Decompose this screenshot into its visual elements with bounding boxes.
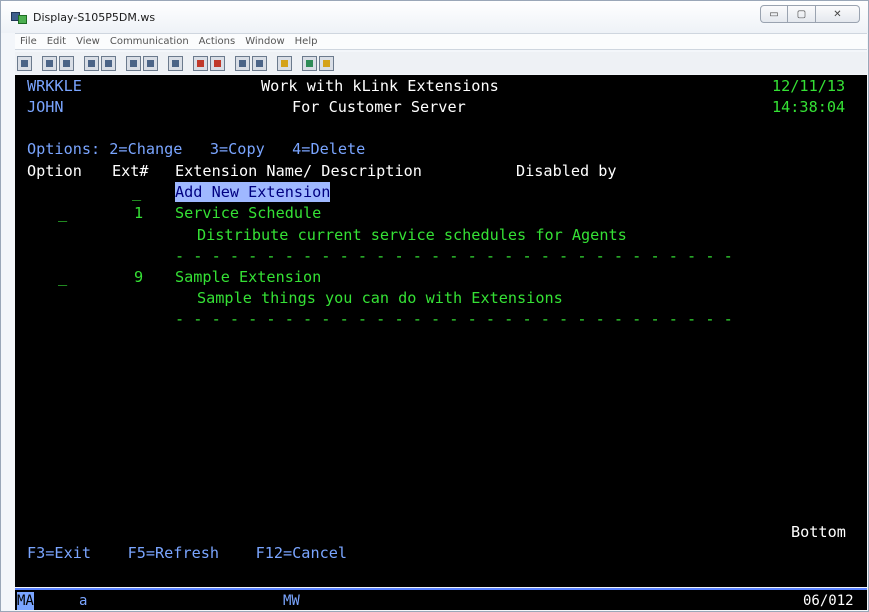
- row-1-name: Service Schedule: [175, 204, 322, 222]
- header-name: Extension Name/ Description: [175, 162, 422, 180]
- status-bar: MA a MW 06/012: [15, 588, 867, 610]
- row-2-name: Sample Extension: [175, 268, 322, 286]
- add-new-extension[interactable]: Add New Extension: [175, 182, 331, 202]
- title-bar: Display-S105P5DM.ws ▭ ▢ ✕: [1, 1, 868, 33]
- screen-time: 14:38:04: [772, 98, 846, 116]
- clipboard-icon[interactable]: [277, 55, 292, 71]
- row-1-separator: - - - - - - - - - - - - - - - - - - - - …: [175, 247, 733, 265]
- print-screen-icon[interactable]: [17, 55, 32, 71]
- screen-date: 12/11/13: [772, 77, 846, 95]
- row-2-description: Sample things you can do with Extensions: [197, 289, 563, 307]
- row-2-ext: 9: [134, 268, 144, 286]
- emulator-window: Display-S105P5DM.ws ▭ ▢ ✕ File Edit View…: [0, 0, 869, 612]
- row-1-ext: 1: [134, 204, 144, 222]
- window-controls: ▭ ▢ ✕: [760, 5, 860, 25]
- macro-stop-icon[interactable]: [210, 55, 225, 71]
- paste-icon[interactable]: [59, 55, 74, 71]
- menu-file[interactable]: File: [15, 34, 42, 49]
- macro-play-icon[interactable]: [193, 55, 208, 71]
- options-legend: Options: 2=Change 3=Copy 4=Delete: [27, 140, 366, 158]
- add-new-option-field[interactable]: _: [132, 182, 141, 202]
- bottom-indicator: Bottom: [791, 523, 846, 541]
- header-option: Option: [27, 162, 82, 180]
- window-title: Display-S105P5DM.ws: [33, 11, 156, 24]
- menu-edit[interactable]: Edit: [42, 34, 71, 49]
- status-mw: MW: [283, 593, 300, 609]
- header-disabled: Disabled by: [516, 162, 617, 180]
- row-1-option-field[interactable]: _: [58, 203, 67, 223]
- minimize-button[interactable]: ▭: [760, 5, 788, 23]
- record-icon[interactable]: [168, 55, 183, 71]
- screen-subtitle: For Customer Server: [292, 98, 466, 116]
- app-icon: [11, 12, 27, 24]
- globe-icon[interactable]: [302, 55, 317, 71]
- menu-window[interactable]: Window: [240, 34, 289, 49]
- transfer-up-icon[interactable]: [235, 55, 250, 71]
- edit-icon[interactable]: [319, 55, 334, 71]
- row-2-separator: - - - - - - - - - - - - - - - - - - - - …: [175, 310, 733, 328]
- program-name: WRKKLE: [27, 77, 82, 95]
- screen-title: Work with kLink Extensions: [261, 77, 499, 95]
- terminal-screen[interactable]: WRKKLE Work with kLink Extensions 12/11/…: [15, 75, 867, 587]
- menu-bar: File Edit View Communication Actions Win…: [15, 33, 867, 50]
- menu-actions[interactable]: Actions: [194, 34, 241, 49]
- transfer-down-icon[interactable]: [252, 55, 267, 71]
- menu-view[interactable]: View: [71, 34, 105, 49]
- row-1-description: Distribute current service schedules for…: [197, 226, 627, 244]
- maximize-button[interactable]: ▢: [788, 5, 816, 23]
- toolbar: [15, 52, 867, 74]
- status-indicator: a: [79, 593, 88, 609]
- send-icon[interactable]: [84, 55, 99, 71]
- header-ext: Ext#: [112, 162, 149, 180]
- keypad-icon[interactable]: [143, 55, 158, 71]
- display-icon[interactable]: [126, 55, 141, 71]
- copy-icon[interactable]: [42, 55, 57, 71]
- receive-icon[interactable]: [101, 55, 116, 71]
- close-button[interactable]: ✕: [816, 5, 860, 23]
- user-name: JOHN: [27, 98, 64, 116]
- function-keys: F3=Exit F5=Refresh F12=Cancel: [27, 544, 348, 562]
- menu-help[interactable]: Help: [290, 34, 323, 49]
- row-2-option-field[interactable]: _: [58, 267, 67, 287]
- cursor-position: 06/012: [803, 593, 854, 609]
- status-mode: MA: [17, 592, 34, 610]
- menu-communication[interactable]: Communication: [105, 34, 194, 49]
